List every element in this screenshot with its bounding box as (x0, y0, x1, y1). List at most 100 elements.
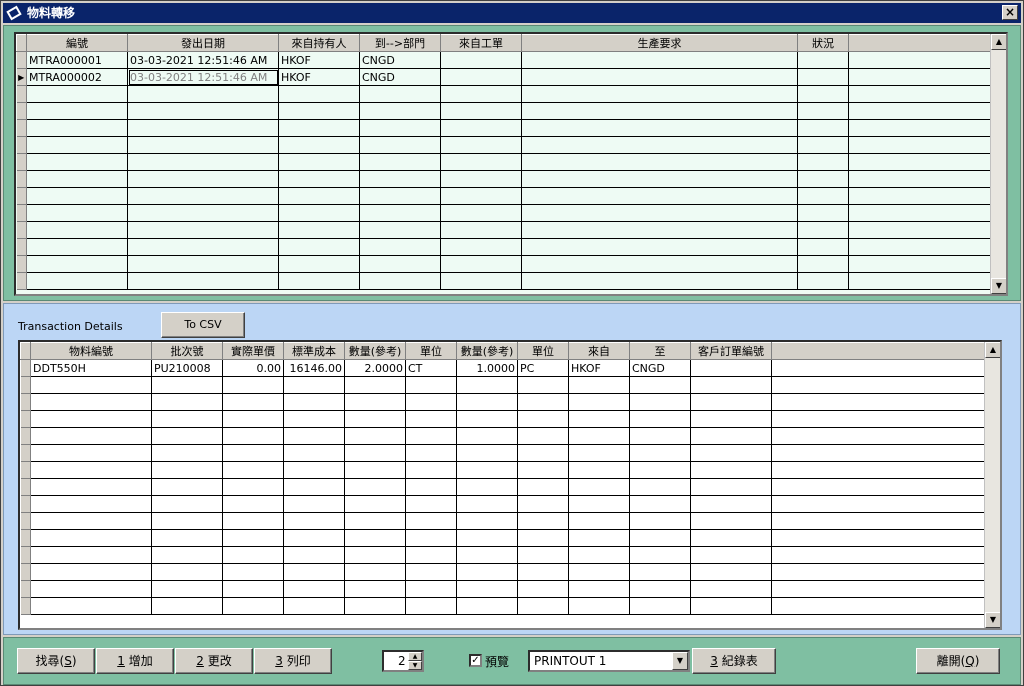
empty-row[interactable] (16, 187, 995, 205)
row-selector[interactable]: ▶ (16, 68, 27, 86)
col-quantity-ref-1[interactable]: 數量(參考) (344, 342, 406, 360)
table-cell[interactable] (405, 597, 457, 615)
table-cell[interactable] (344, 478, 406, 496)
table-cell[interactable] (629, 546, 691, 564)
table-cell[interactable] (222, 546, 284, 564)
table-cell[interactable] (26, 221, 128, 239)
table-cell[interactable] (26, 136, 128, 154)
table-cell[interactable] (30, 597, 152, 615)
printout-select[interactable]: PRINTOUT 1 ▼ (528, 650, 690, 672)
empty-row[interactable] (20, 512, 987, 530)
table-cell[interactable] (568, 563, 630, 581)
table-cell[interactable] (405, 478, 457, 496)
table-cell[interactable]: CNGD (359, 68, 441, 86)
transfer-grid[interactable]: 編號 發出日期 來自持有人 到-->部門 來自工單 生產要求 狀況 MTRA00… (14, 32, 1008, 296)
row-selector[interactable] (16, 238, 27, 256)
col-material-code[interactable]: 物料編號 (30, 342, 152, 360)
table-cell[interactable] (690, 444, 772, 462)
row-selector[interactable] (16, 187, 27, 205)
row-selector[interactable] (16, 136, 27, 154)
empty-row[interactable] (16, 170, 995, 188)
table-cell[interactable] (690, 461, 772, 479)
table-cell[interactable] (690, 597, 772, 615)
table-cell[interactable] (568, 529, 630, 547)
table-cell[interactable] (151, 546, 223, 564)
table-cell[interactable] (127, 85, 279, 103)
table-cell[interactable] (521, 51, 798, 69)
table-cell[interactable] (359, 221, 441, 239)
table-cell[interactable] (26, 119, 128, 137)
row-selector[interactable] (20, 529, 31, 547)
col-customer-order-no[interactable]: 客戶訂單編號 (690, 342, 772, 360)
table-cell[interactable] (344, 376, 406, 394)
table-cell[interactable] (568, 546, 630, 564)
table-cell[interactable] (456, 427, 518, 445)
table-cell[interactable] (797, 68, 849, 86)
table-cell[interactable] (521, 221, 798, 239)
table-cell[interactable] (278, 204, 360, 222)
table-cell[interactable] (283, 393, 345, 411)
spin-down-button[interactable]: ▼ (408, 661, 422, 670)
details-scrollbar[interactable]: ▲ ▼ (984, 342, 1000, 628)
edit-button[interactable]: 2 更改 (175, 648, 253, 674)
table-cell[interactable] (30, 376, 152, 394)
col-to-department[interactable]: 到-->部門 (359, 34, 441, 52)
table-cell[interactable] (151, 376, 223, 394)
table-cell[interactable] (359, 187, 441, 205)
table-cell[interactable] (797, 255, 849, 273)
table-cell[interactable] (568, 444, 630, 462)
table-cell[interactable] (629, 444, 691, 462)
empty-row[interactable] (20, 495, 987, 513)
row-selector[interactable] (16, 170, 27, 188)
table-cell[interactable] (517, 529, 569, 547)
table-cell[interactable] (690, 529, 772, 547)
table-cell[interactable] (456, 546, 518, 564)
table-cell[interactable] (568, 393, 630, 411)
row-selector[interactable] (16, 51, 27, 69)
col-unit-1[interactable]: 單位 (405, 342, 457, 360)
table-cell[interactable] (517, 444, 569, 462)
row-selector[interactable] (20, 580, 31, 598)
table-cell[interactable] (127, 153, 279, 171)
col-code[interactable]: 編號 (26, 34, 128, 52)
table-cell[interactable] (405, 563, 457, 581)
table-cell[interactable] (629, 580, 691, 598)
empty-row[interactable] (16, 204, 995, 222)
close-button[interactable]: × (1002, 5, 1018, 20)
table-cell[interactable] (222, 410, 284, 428)
table-cell[interactable] (278, 119, 360, 137)
table-cell[interactable] (359, 136, 441, 154)
table-cell[interactable] (517, 427, 569, 445)
table-cell[interactable] (517, 563, 569, 581)
add-button[interactable]: 1 增加 (96, 648, 174, 674)
table-cell[interactable] (521, 170, 798, 188)
table-cell[interactable] (405, 393, 457, 411)
table-cell[interactable] (517, 495, 569, 513)
table-cell[interactable] (283, 529, 345, 547)
table-cell[interactable] (127, 272, 279, 290)
table-cell[interactable] (456, 478, 518, 496)
table-cell[interactable] (456, 410, 518, 428)
table-cell[interactable] (797, 204, 849, 222)
table-cell[interactable] (440, 51, 522, 69)
table-cell[interactable] (344, 461, 406, 479)
table-cell[interactable] (517, 410, 569, 428)
table-cell[interactable] (151, 495, 223, 513)
table-cell[interactable] (456, 529, 518, 547)
table-cell[interactable] (517, 393, 569, 411)
row-selector[interactable] (16, 85, 27, 103)
table-cell[interactable] (222, 495, 284, 513)
table-cell[interactable] (222, 393, 284, 411)
col-production-request[interactable]: 生產要求 (521, 34, 798, 52)
table-cell[interactable] (222, 529, 284, 547)
table-cell[interactable] (521, 119, 798, 137)
row-selector[interactable] (16, 221, 27, 239)
table-cell[interactable] (629, 512, 691, 530)
table-cell[interactable] (127, 221, 279, 239)
table-cell[interactable] (521, 85, 798, 103)
table-cell[interactable] (568, 376, 630, 394)
table-cell[interactable] (30, 529, 152, 547)
table-cell[interactable] (521, 68, 798, 86)
scroll-down-button[interactable]: ▼ (985, 612, 1000, 628)
exit-button[interactable]: 離開(Q) (916, 648, 1000, 674)
